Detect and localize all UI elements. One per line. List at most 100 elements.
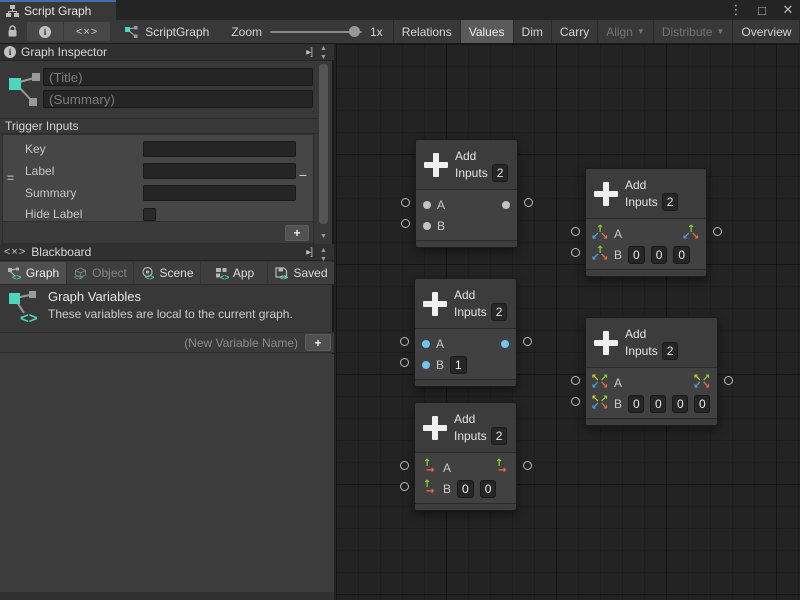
add-trigger-input-button[interactable]: +: [285, 225, 309, 241]
label-field[interactable]: [143, 163, 296, 179]
new-variable-row: +: [0, 332, 334, 353]
inspector-scrollbar[interactable]: ▲ ▼ ▼: [317, 44, 330, 243]
graph-breadcrumb[interactable]: ScriptGraph: [124, 25, 209, 39]
relation-port-icon[interactable]: [400, 337, 409, 346]
node-header[interactable]: Add Inputs2: [416, 140, 517, 190]
align-dropdown[interactable]: Align ▼: [598, 20, 654, 43]
value-field[interactable]: 0: [673, 246, 690, 264]
carry-button[interactable]: Carry: [552, 20, 598, 43]
relation-port-icon[interactable]: [571, 397, 580, 406]
value-field[interactable]: 0: [672, 395, 688, 413]
tab-saved[interactable]: <> Saved: [268, 262, 334, 285]
tab-scene[interactable]: <> Scene: [134, 262, 200, 285]
port-label: A: [614, 227, 622, 241]
object-port-icon[interactable]: [423, 222, 431, 230]
vector2-port-icon[interactable]: ↑→: [422, 460, 437, 475]
value-field[interactable]: 0: [480, 480, 497, 498]
value-field[interactable]: 0: [694, 395, 710, 413]
tab-script-graph[interactable]: Script Graph: [0, 0, 116, 20]
info-button[interactable]: i: [27, 22, 64, 41]
title-field[interactable]: [43, 68, 313, 86]
window-menu-icon[interactable]: ⋮: [728, 2, 744, 18]
input-count-field[interactable]: 2: [662, 193, 679, 211]
scroll-up-icon[interactable]: ▲: [317, 44, 330, 53]
dim-button[interactable]: Dim: [514, 20, 552, 43]
vector4-port-icon[interactable]: ↖↗↙↘: [593, 375, 608, 390]
input-count-field[interactable]: 2: [492, 164, 509, 182]
node-header[interactable]: Add Inputs2: [586, 318, 717, 368]
relation-port-icon[interactable]: [571, 248, 580, 257]
close-icon[interactable]: ✕: [780, 2, 796, 18]
float-port-icon[interactable]: [422, 340, 430, 348]
value-field[interactable]: 0: [651, 246, 668, 264]
relation-port-icon[interactable]: [523, 337, 532, 346]
values-button[interactable]: Values: [461, 20, 514, 43]
float-port-icon[interactable]: [422, 361, 430, 369]
input-count-field[interactable]: 2: [491, 427, 508, 445]
dock-icon[interactable]: ▸]: [306, 47, 312, 58]
node-add-inputs-vector4[interactable]: Add Inputs2 ↖↗↙↘ A ↖↗↙↘: [585, 317, 718, 426]
relation-port-icon[interactable]: [724, 376, 733, 385]
input-count-field[interactable]: 2: [491, 303, 508, 321]
add-variable-button[interactable]: +: [305, 334, 331, 351]
value-field[interactable]: 0: [650, 395, 666, 413]
vector2-port-icon[interactable]: ↑→: [494, 460, 509, 475]
float-port-icon[interactable]: [501, 340, 509, 348]
overview-button[interactable]: Overview: [733, 20, 800, 43]
object-port-icon[interactable]: [423, 201, 431, 209]
zoom-slider[interactable]: [270, 31, 362, 33]
distribute-dropdown[interactable]: Distribute ▼: [654, 20, 734, 43]
node-header[interactable]: Add Inputs2: [415, 403, 516, 453]
scroll-down-icon[interactable]: ▼: [317, 53, 330, 62]
value-field[interactable]: 0: [457, 480, 474, 498]
object-port-icon[interactable]: [502, 201, 510, 209]
scroll-down-icon[interactable]: ▼: [317, 232, 330, 241]
relation-port-icon[interactable]: [401, 219, 410, 228]
value-field[interactable]: 1: [450, 356, 467, 374]
vector2-port-icon[interactable]: ↑→: [422, 481, 437, 496]
scrollbar-thumb[interactable]: [319, 64, 328, 224]
node-add-inputs-vector2[interactable]: Add Inputs2 ↑→ A ↑→: [414, 402, 517, 511]
relation-port-icon[interactable]: [713, 227, 722, 236]
tab-app[interactable]: <> App: [201, 262, 267, 285]
relation-port-icon[interactable]: [400, 358, 409, 367]
tab-graph[interactable]: <> Graph: [0, 262, 66, 285]
relations-button[interactable]: Relations: [394, 20, 461, 43]
relation-port-icon[interactable]: [524, 198, 533, 207]
dock-icon[interactable]: ▸]: [306, 247, 312, 258]
relation-port-icon[interactable]: [571, 376, 580, 385]
value-field[interactable]: 0: [628, 246, 645, 264]
hide-label-checkbox[interactable]: [143, 208, 156, 221]
node-add-inputs-generic[interactable]: Add Inputs2 A B: [415, 139, 518, 248]
zoom-slider-handle[interactable]: [349, 26, 360, 37]
vector3-port-icon[interactable]: ↑↙↘: [593, 226, 608, 241]
lock-button[interactable]: [0, 25, 24, 38]
summary-field[interactable]: [43, 90, 313, 108]
node-header[interactable]: Add Inputs2: [415, 279, 516, 329]
value-field[interactable]: 0: [628, 395, 644, 413]
tab-object[interactable]: <> Object: [67, 262, 133, 285]
maximize-icon[interactable]: □: [754, 3, 770, 18]
input-count-field[interactable]: 2: [662, 342, 679, 360]
summary-field-trigger[interactable]: [143, 185, 296, 201]
relation-port-icon[interactable]: [523, 461, 532, 470]
vector4-port-icon[interactable]: ↖↗↙↘: [593, 396, 608, 411]
code-preview-button[interactable]: <×>: [64, 22, 110, 41]
relation-port-icon[interactable]: [400, 461, 409, 470]
key-field[interactable]: [143, 141, 296, 157]
scroll-up-icon[interactable]: ▲: [317, 246, 330, 255]
blackboard-scrollbar[interactable]: ▲ ▼: [317, 246, 330, 260]
remove-trigger-input-button[interactable]: −: [299, 167, 307, 183]
saved-tab-icon: <>: [274, 267, 289, 280]
new-variable-input[interactable]: [2, 334, 302, 351]
vector4-port-icon[interactable]: ↖↗↙↘: [695, 375, 710, 390]
node-add-inputs-vector3[interactable]: Add Inputs2 ↑↙↘ A ↑↙↘: [585, 168, 707, 277]
node-header[interactable]: Add Inputs2: [586, 169, 706, 219]
vector3-port-icon[interactable]: ↑↙↘: [684, 226, 699, 241]
relation-port-icon[interactable]: [400, 482, 409, 491]
vector3-port-icon[interactable]: ↑↙↘: [593, 247, 608, 262]
relation-port-icon[interactable]: [571, 227, 580, 236]
graph-canvas[interactable]: Add Inputs2 A B: [336, 44, 800, 600]
relation-port-icon[interactable]: [401, 198, 410, 207]
node-add-inputs-float[interactable]: Add Inputs2 A B 1: [414, 278, 517, 387]
